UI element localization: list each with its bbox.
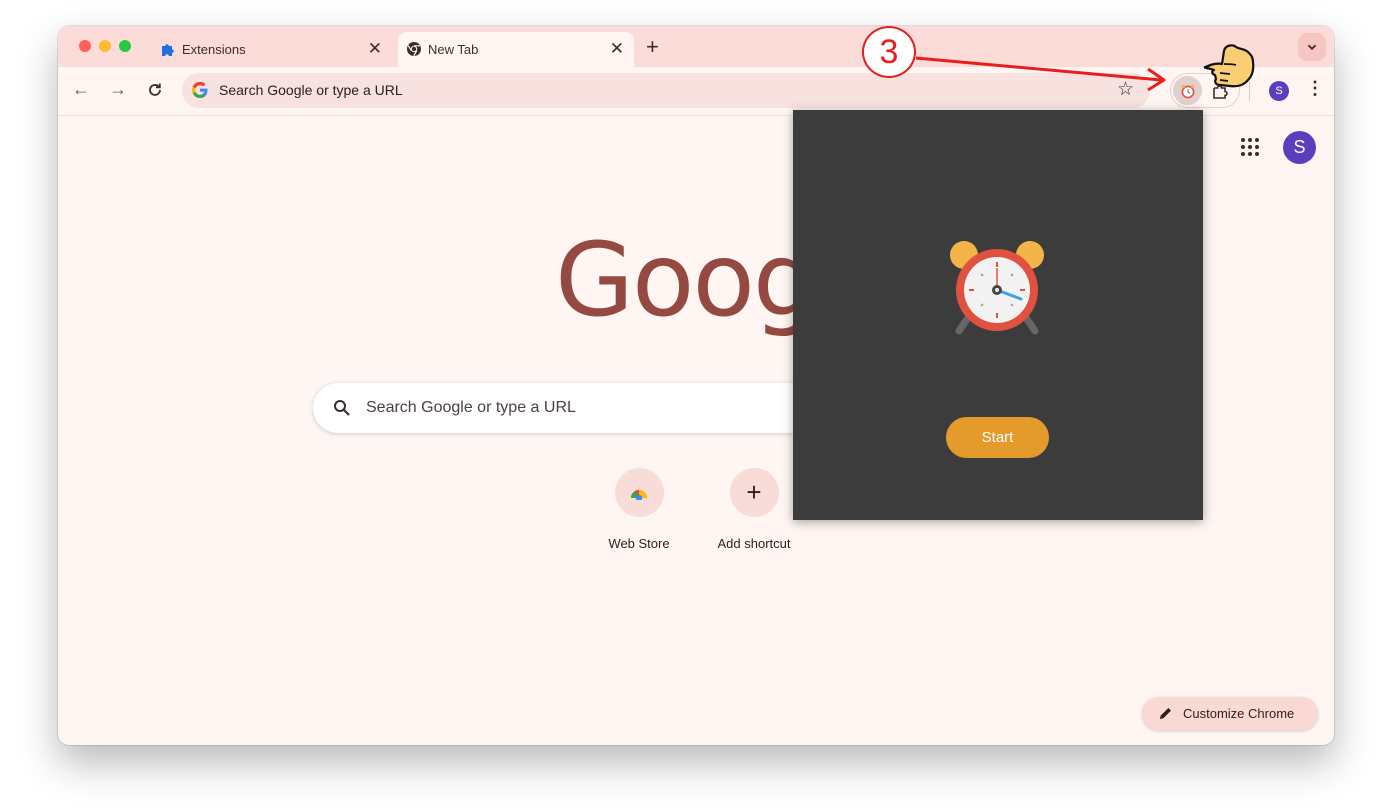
google-g-icon xyxy=(191,81,208,98)
toolbar-divider xyxy=(1249,81,1250,101)
web-store-icon xyxy=(631,489,647,500)
extensions-area xyxy=(1170,73,1240,108)
alarm-extension-button[interactable] xyxy=(1173,76,1202,105)
chevron-down-icon xyxy=(1307,44,1317,51)
reload-icon[interactable] xyxy=(147,82,163,98)
close-tab-icon[interactable]: ✕ xyxy=(368,39,382,59)
omnibox-text: Search Google or type a URL xyxy=(219,82,403,98)
google-apps-icon[interactable] xyxy=(1240,137,1260,157)
tab-title: Extensions xyxy=(182,42,246,57)
start-button[interactable]: Start xyxy=(946,417,1049,458)
chrome-icon xyxy=(407,42,421,57)
new-tab-button[interactable]: + xyxy=(646,34,659,60)
zoom-window-button[interactable] xyxy=(119,40,131,52)
shortcut-web-store[interactable]: Web Store xyxy=(584,468,694,551)
menu-kebab-icon[interactable]: ⋮ xyxy=(1306,78,1324,99)
pencil-icon xyxy=(1160,708,1171,719)
close-window-button[interactable] xyxy=(79,40,91,52)
shortcut-label: Add shortcut xyxy=(717,536,791,551)
tab-strip: Extensions ✕ New Tab ✕ + xyxy=(58,26,1334,67)
close-tab-icon[interactable]: ✕ xyxy=(610,39,624,59)
tab-search-button[interactable] xyxy=(1298,33,1326,61)
shortcut-label: Web Store xyxy=(608,536,670,551)
plus-icon: + xyxy=(729,468,779,517)
customize-chrome-button[interactable]: Customize Chrome xyxy=(1142,697,1318,730)
search-placeholder: Search Google or type a URL xyxy=(366,399,576,416)
toolbar: ← → Search Google or type a URL ☆ S ⋮ xyxy=(58,67,1334,116)
alarm-clock-icon xyxy=(1181,84,1194,98)
bookmark-star-icon[interactable]: ☆ xyxy=(1117,78,1134,101)
puzzle-icon xyxy=(162,44,174,56)
profile-avatar[interactable]: S xyxy=(1269,81,1289,101)
alarm-clock-icon xyxy=(950,241,1044,335)
tab-extensions[interactable]: Extensions ✕ xyxy=(152,32,392,67)
minimize-window-button[interactable] xyxy=(99,40,111,52)
omnibox[interactable]: Search Google or type a URL ☆ xyxy=(182,73,1150,108)
tab-title: New Tab xyxy=(428,42,479,57)
google-account-avatar[interactable]: S xyxy=(1283,131,1316,164)
customize-label: Customize Chrome xyxy=(1183,706,1295,721)
alarm-extension-popup: Start xyxy=(793,110,1203,520)
forward-arrow-icon[interactable]: → xyxy=(109,79,127,100)
shortcut-icon-circle xyxy=(614,468,664,517)
tab-new-tab[interactable]: New Tab ✕ xyxy=(398,32,634,67)
back-arrow-icon[interactable]: ← xyxy=(72,79,90,100)
extensions-puzzle-icon[interactable] xyxy=(1211,82,1229,100)
search-icon xyxy=(334,400,350,416)
